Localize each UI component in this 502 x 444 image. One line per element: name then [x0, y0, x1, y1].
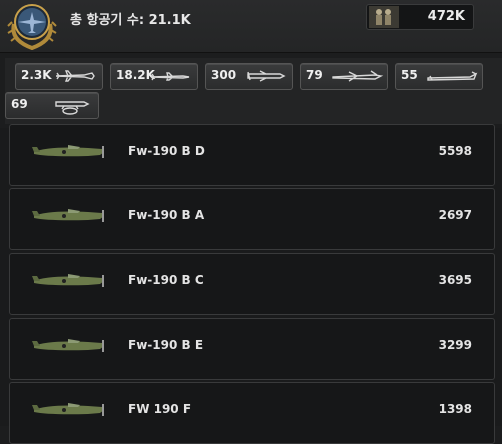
fw-190-aircraft-icon: [32, 403, 104, 416]
list-item[interactable]: Fw-190 B E 3299: [9, 318, 495, 380]
aircraft-count: 3695: [438, 273, 472, 287]
fw-190-aircraft-icon: [32, 209, 104, 222]
list-item[interactable]: Fw-190 B C 3695: [9, 253, 495, 315]
soldiers-icon: [369, 6, 399, 28]
aircraft-count: 5598: [438, 144, 472, 158]
aircraft-list: Fw-190 B D 5598 Fw-190 B A 2697 Fw-190 B…: [0, 124, 502, 444]
aircraft-name: Fw-190 B E: [128, 338, 204, 352]
fw-190-aircraft-icon: [32, 274, 104, 287]
aircraft-count: 1398: [438, 402, 472, 416]
filter-count: 55: [401, 68, 418, 82]
aircraft-name: Fw-190 B A: [128, 208, 205, 222]
cas-icon: [247, 70, 286, 82]
manpower-value: 472K: [427, 9, 465, 24]
filter-heavy-fighter[interactable]: 18.2K: [110, 63, 198, 90]
filter-strategic-bomber[interactable]: 55: [395, 63, 483, 90]
aircraft-count: 2697: [438, 208, 472, 222]
aircraft-name: FW 190 F: [128, 402, 192, 416]
filter-naval-bomber[interactable]: 69: [5, 92, 99, 119]
fw-190-aircraft-icon: [32, 339, 104, 352]
strategic-bomber-icon: [427, 71, 478, 81]
aircraft-type-filters: 2.3K 18.2K 300 79 55 69: [5, 58, 502, 124]
heavy-fighter-icon: [150, 72, 190, 81]
list-item[interactable]: Fw-190 B D 5598: [9, 124, 495, 186]
list-item[interactable]: FW 190 F 1398: [9, 382, 495, 444]
list-item[interactable]: Fw-190 B A 2697: [9, 188, 495, 250]
fighter-icon: [55, 70, 95, 82]
filter-count: 69: [11, 97, 28, 111]
air-force-emblem-icon: [7, 4, 57, 50]
naval-bomber-icon: [55, 101, 90, 115]
header-bar: 총 항공기 수: 21.1K 472K: [0, 0, 502, 53]
aircraft-name: Fw-190 B D: [128, 144, 205, 158]
fw-190-aircraft-icon: [32, 145, 104, 158]
aircraft-name: Fw-190 B C: [128, 273, 204, 287]
filter-count: 2.3K: [21, 68, 52, 82]
filter-tactical-bomber[interactable]: 79: [300, 63, 388, 90]
tactical-bomber-icon: [332, 70, 384, 82]
filter-cas[interactable]: 300: [205, 63, 293, 90]
manpower-counter: 472K: [366, 4, 474, 30]
filter-count: 300: [211, 68, 237, 82]
total-aircraft-title: 총 항공기 수: 21.1K: [70, 13, 191, 28]
aircraft-count: 3299: [438, 338, 472, 352]
filter-fighter[interactable]: 2.3K: [15, 63, 103, 90]
filter-count: 79: [306, 68, 323, 82]
